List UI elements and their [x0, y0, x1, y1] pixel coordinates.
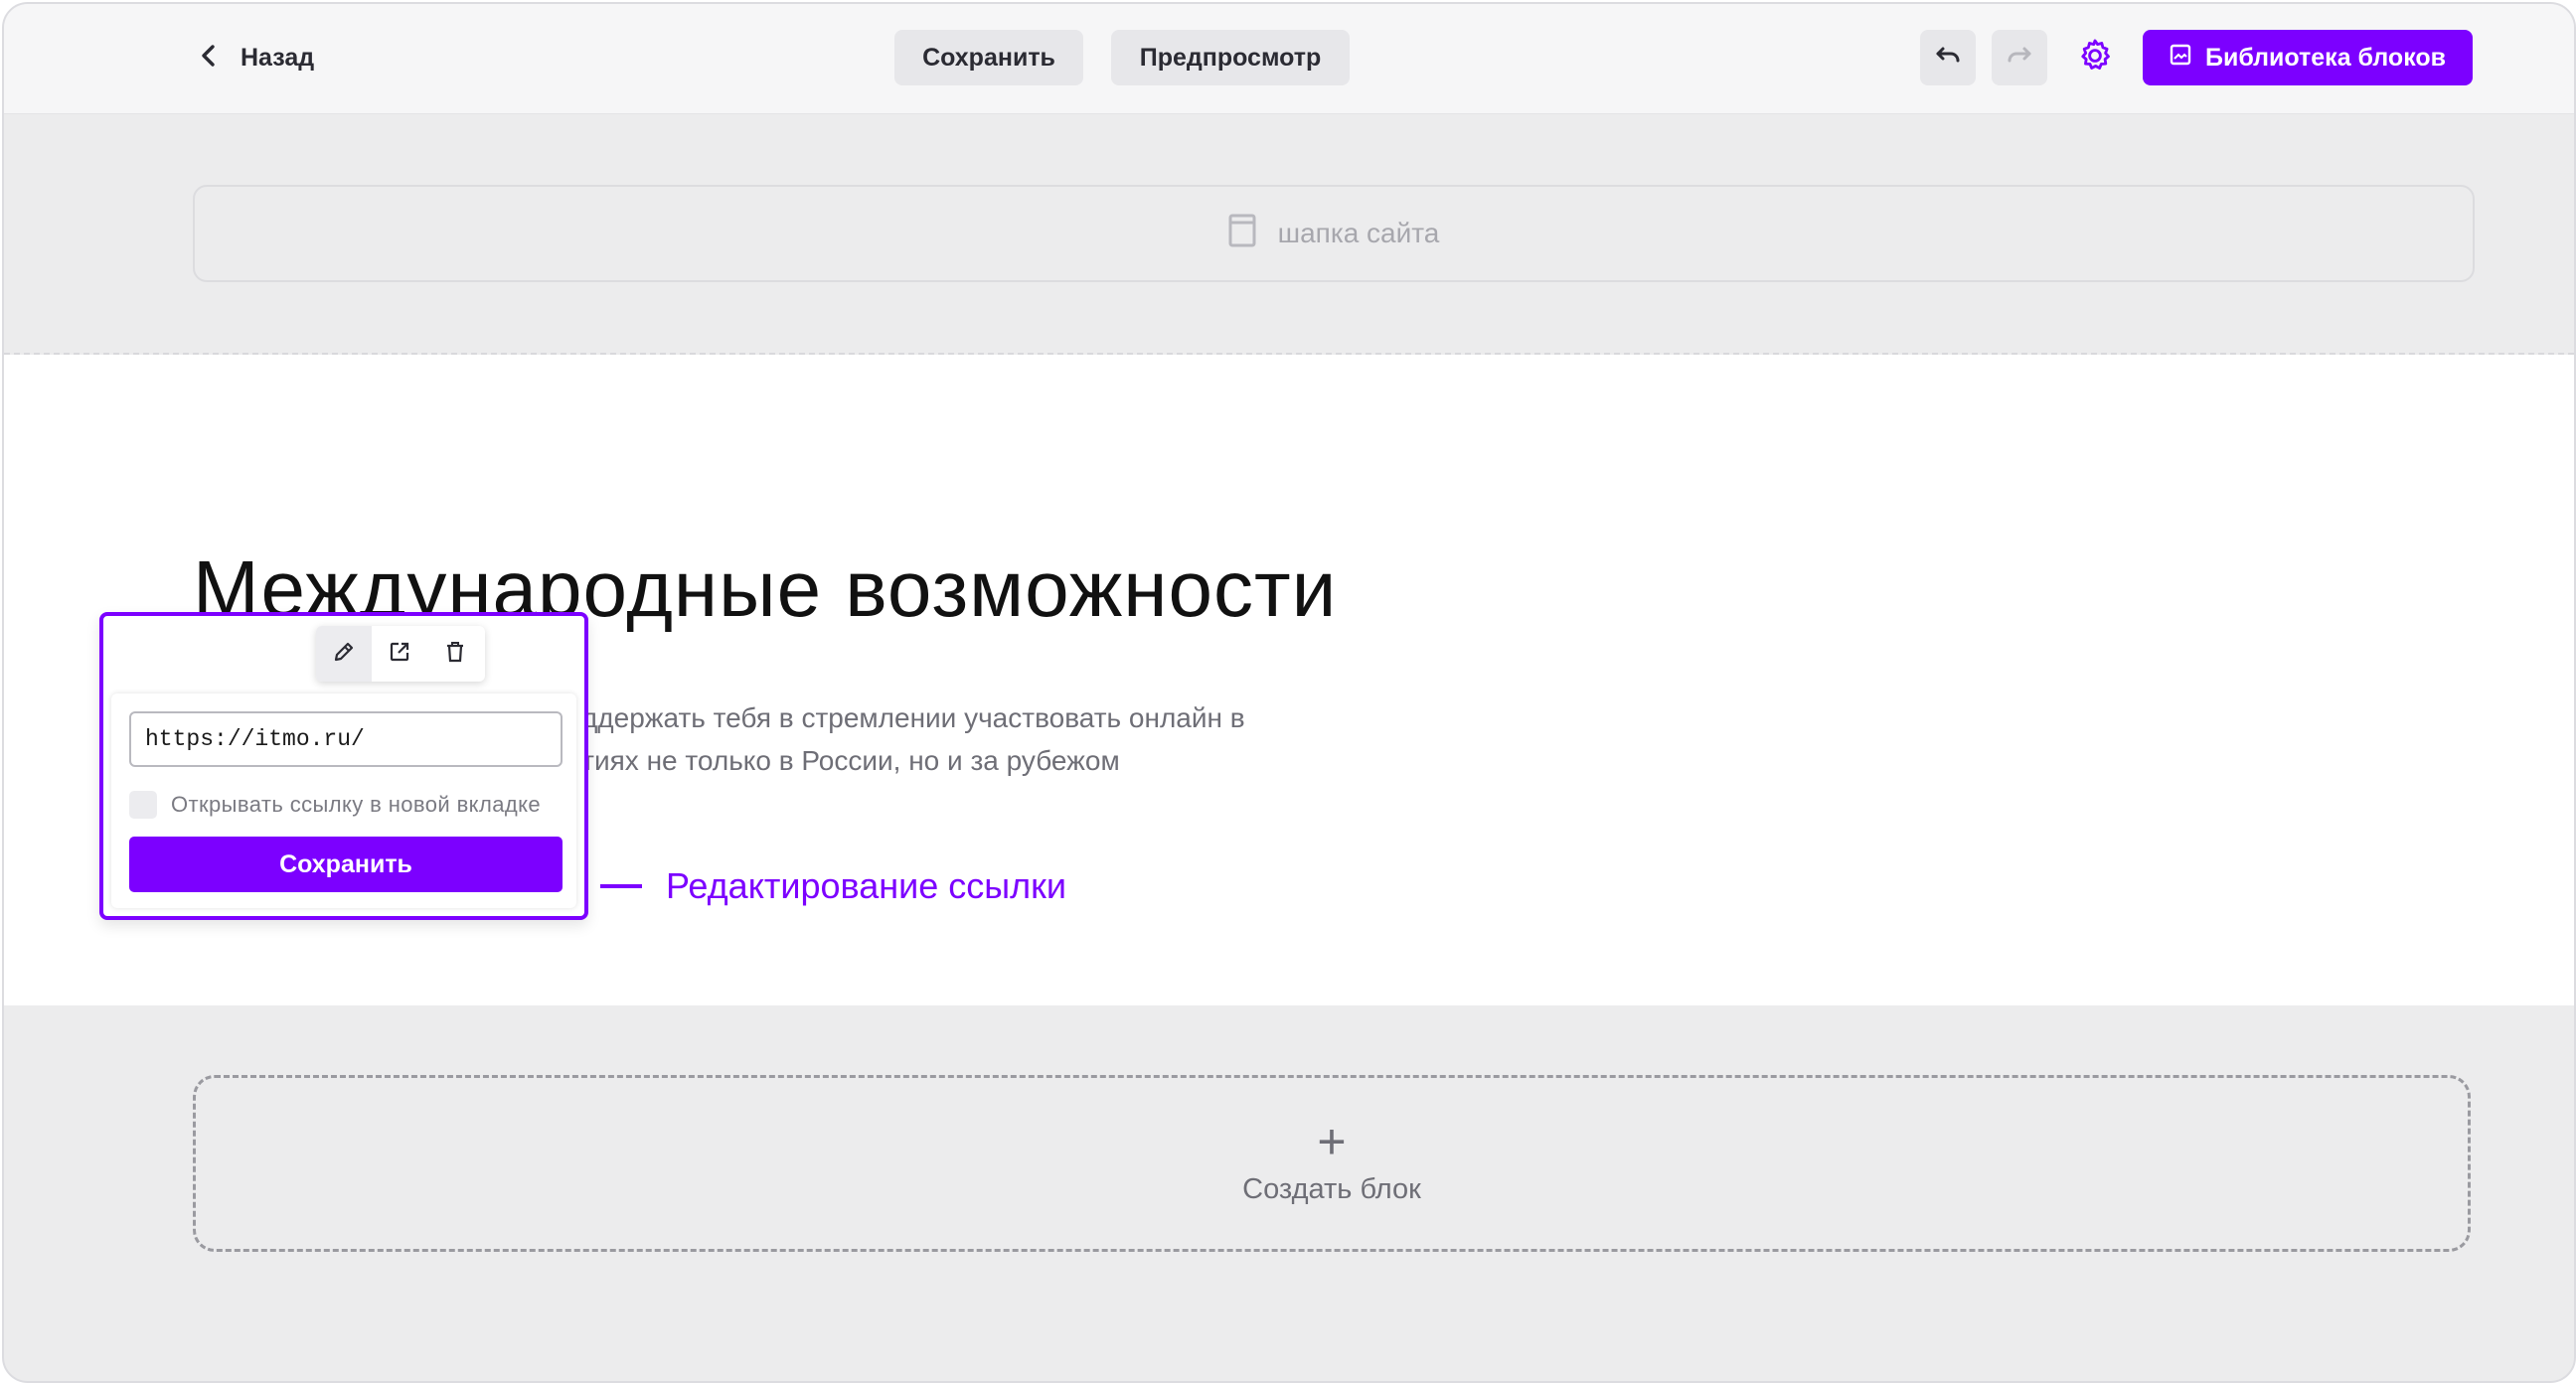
plus-icon: +	[1317, 1113, 1347, 1169]
preview-button[interactable]: Предпросмотр	[1111, 30, 1350, 85]
redo-icon	[2006, 45, 2033, 72]
external-link-icon	[388, 640, 411, 669]
description-line-1: оддержать тебя в стремлении участвовать …	[566, 702, 1245, 733]
redo-button[interactable]	[1992, 30, 2047, 85]
section-description[interactable]: оддержать тебя в стремлении участвовать …	[566, 696, 1322, 782]
undo-icon	[1934, 45, 1962, 72]
settings-button[interactable]	[2067, 30, 2123, 85]
save-button[interactable]: Сохранить	[894, 30, 1083, 85]
new-tab-label: Открывать ссылку в новой вкладке	[171, 792, 541, 817]
edit-link-button[interactable]	[316, 626, 372, 682]
url-input[interactable]	[129, 711, 563, 767]
checkbox-box[interactable]	[129, 791, 157, 819]
back-button[interactable]: Назад	[199, 32, 314, 83]
new-tab-checkbox[interactable]: Открывать ссылку в новой вкладке	[129, 791, 541, 819]
block-library-label: Библиотека блоков	[2204, 43, 2447, 72]
site-header-placeholder[interactable]: шапка сайта	[193, 185, 2475, 282]
pencil-icon	[332, 640, 356, 669]
site-header-label: шапка сайта	[1277, 218, 1440, 248]
image-icon	[2170, 44, 2191, 73]
save-link-button[interactable]: Сохранить	[129, 837, 563, 892]
chevron-left-icon	[199, 44, 219, 73]
annotation-label: Редактирование ссылки	[666, 865, 1066, 906]
undo-button[interactable]	[1920, 30, 1976, 85]
delete-link-button[interactable]	[427, 626, 483, 682]
create-block-label: Создать блок	[1242, 1172, 1421, 1205]
link-editor-panel: Открывать ссылку в новой вкладке Сохрани…	[111, 693, 576, 908]
open-link-button[interactable]	[372, 626, 427, 682]
trash-icon	[444, 640, 466, 669]
annotation-callout: Редактирование ссылки	[600, 865, 1066, 907]
description-line-2: ятиях не только в России, но и за рубежо…	[566, 745, 1120, 776]
page-icon	[1228, 214, 1256, 254]
link-editor-toolbar	[316, 626, 485, 682]
link-editor-popover: Открывать ссылку в новой вкладке Сохрани…	[99, 612, 588, 920]
block-library-button[interactable]: Библиотека блоков	[2143, 30, 2473, 85]
editor-window: Назад Сохранить Предпросмотр Библиотека …	[2, 2, 2576, 1383]
site-header-section: шапка сайта	[4, 114, 2574, 355]
annotation-line	[600, 884, 642, 888]
gear-icon	[2076, 37, 2114, 79]
back-label: Назад	[241, 43, 315, 72]
create-block-button[interactable]: + Создать блок	[193, 1075, 2471, 1252]
top-toolbar: Назад Сохранить Предпросмотр Библиотека …	[4, 4, 2574, 114]
